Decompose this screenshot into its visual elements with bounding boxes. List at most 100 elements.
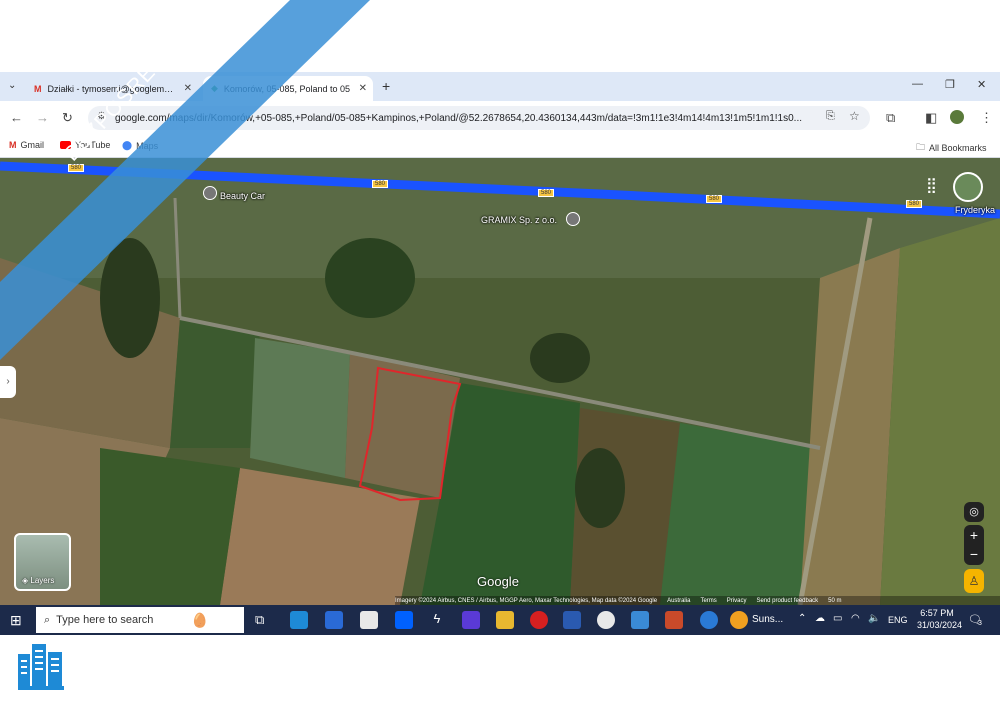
- layers-icon: ◈: [22, 576, 29, 585]
- weather-label[interactable]: Suns...: [752, 614, 783, 625]
- gmail-icon: M: [9, 140, 17, 150]
- bookmark-label: Maps: [136, 140, 159, 151]
- bookmark-youtube[interactable]: YouTube: [60, 140, 110, 150]
- side-panel-icon[interactable]: ◧: [925, 110, 937, 126]
- site-info-icon[interactable]: ⚙: [97, 111, 106, 122]
- route-shield: 580: [372, 180, 389, 188]
- tab-gmail[interactable]: M Działki - tymosemi@googlemail.com ✕: [28, 76, 198, 101]
- close-icon[interactable]: ✕: [178, 83, 198, 94]
- bookmark-star-icon[interactable]: ☆: [849, 109, 860, 123]
- easter-eggs-icon: 🥚: [191, 612, 209, 628]
- company-logo-icon: [18, 644, 64, 690]
- pegman-icon[interactable]: ♙: [964, 569, 984, 593]
- app-icon[interactable]: [530, 611, 548, 629]
- folder-icon: 🗀: [916, 142, 926, 152]
- dropbox-icon[interactable]: [395, 611, 413, 629]
- new-tab-button[interactable]: +: [382, 78, 390, 94]
- clock-date: 31/03/2024: [917, 620, 963, 630]
- notification-badge: 3: [978, 620, 982, 627]
- tab-maps-label: Komorów, 05-085, Poland to 05: [223, 83, 351, 94]
- bookmark-label: YouTube: [75, 140, 111, 150]
- map-attribution: Imagery ©2024 Airbus, CNES / Airbus, MGG…: [395, 596, 1000, 605]
- layers-text: Layers: [30, 576, 55, 585]
- windows-start-icon[interactable]: ⊞: [10, 612, 22, 629]
- place-pin-icon[interactable]: [566, 212, 580, 226]
- bookmark-maps[interactable]: ⬤ Maps: [122, 140, 158, 151]
- collapse-panel-button[interactable]: ›: [0, 366, 16, 398]
- address-bar[interactable]: ⚙ google.com/maps/dir/Komorów,+05-085,+P…: [88, 106, 870, 130]
- profile-avatar[interactable]: [953, 172, 983, 202]
- task-view-icon[interactable]: ⧉: [255, 612, 264, 628]
- browser-tab-bar: ⌄ M Działki - tymosemi@googlemail.com ✕ …: [0, 72, 1000, 101]
- file-explorer-icon[interactable]: [496, 611, 514, 629]
- store-icon[interactable]: [360, 611, 378, 629]
- restore-icon[interactable]: ❐: [945, 78, 955, 91]
- window-close-icon[interactable]: ✕: [977, 78, 986, 91]
- country-link[interactable]: Australia: [667, 598, 690, 604]
- satellite-map[interactable]: 580 580 580 580 580 Beauty Car GRAMIX Sp…: [0, 158, 1000, 605]
- feedback-link[interactable]: Send product feedback: [756, 598, 818, 604]
- scale-label[interactable]: 50 m: [828, 598, 841, 604]
- app-icon[interactable]: ϟ: [428, 611, 446, 629]
- route-shield: 580: [906, 200, 923, 208]
- search-placeholder: Type here to search: [56, 614, 154, 626]
- place-label[interactable]: GRAMIX Sp. z o.o.: [481, 215, 557, 225]
- tab-gmail-label: Działki - tymosemi@googlemail.com: [47, 83, 178, 94]
- street-label: Fryderyka: [955, 205, 996, 215]
- place-label[interactable]: Beauty Car: [220, 191, 265, 201]
- route-shield: 580: [68, 164, 85, 172]
- zoom-in-button[interactable]: +: [964, 525, 984, 545]
- place-pin-icon[interactable]: [203, 186, 217, 200]
- maps-icon: ◆: [211, 83, 218, 93]
- bookmark-label: Gmail: [20, 140, 45, 150]
- profile-avatar[interactable]: [950, 110, 964, 124]
- install-app-icon[interactable]: ⎘: [826, 110, 835, 123]
- all-bookmarks[interactable]: 🗀 All Bookmarks: [916, 140, 987, 156]
- app-icon[interactable]: [462, 611, 480, 629]
- language-indicator[interactable]: ENG: [888, 615, 908, 625]
- zoom-out-button[interactable]: −: [964, 545, 984, 565]
- taskbar-search[interactable]: ⌕ Type here to search 🥚: [36, 607, 244, 633]
- google-logo: Google: [477, 574, 519, 589]
- minimize-icon[interactable]: —: [912, 78, 923, 90]
- layers-button[interactable]: ◈ Layers: [14, 533, 71, 591]
- forward-icon[interactable]: →: [36, 110, 49, 125]
- layers-label: ◈ Layers: [22, 576, 54, 585]
- clock-time: 6:57 PM: [920, 608, 954, 618]
- my-location-icon[interactable]: ◎: [964, 502, 984, 522]
- all-bookmarks-label: All Bookmarks: [929, 143, 987, 153]
- menu-icon[interactable]: ⋮: [980, 110, 993, 126]
- app-icon[interactable]: [700, 611, 718, 629]
- browser-toolbar: ← → ↻ ⚙ google.com/maps/dir/Komorów,+05-…: [0, 101, 1000, 135]
- tab-maps[interactable]: ◆ Komorów, 05-085, Poland to 05 ✕: [203, 76, 373, 101]
- edge-icon[interactable]: [290, 611, 308, 629]
- imagery-credit: Imagery ©2024 Airbus, CNES / Airbus, MGG…: [395, 597, 658, 604]
- windows-taskbar: ⊞ ⌕ Type here to search 🥚 ⧉ ϟ Suns... ⌃ …: [0, 605, 1000, 635]
- extensions-icon[interactable]: ⧉: [886, 110, 895, 126]
- powerpoint-icon[interactable]: [665, 611, 683, 629]
- mail-icon[interactable]: [325, 611, 343, 629]
- photos-icon[interactable]: [631, 611, 649, 629]
- weather-icon[interactable]: [730, 611, 748, 629]
- close-icon[interactable]: ✕: [353, 83, 373, 94]
- reload-icon[interactable]: ↻: [62, 110, 73, 126]
- privacy-link[interactable]: Privacy: [727, 598, 747, 604]
- zoom-control: + −: [964, 525, 984, 565]
- bookmark-gmail[interactable]: M Gmail: [9, 140, 44, 150]
- back-icon[interactable]: ←: [10, 110, 23, 125]
- volume-icon[interactable]: 🔈: [868, 613, 880, 624]
- satellite-imagery: [0, 158, 1000, 605]
- wifi-icon[interactable]: ◠: [851, 613, 860, 624]
- word-icon[interactable]: [563, 611, 581, 629]
- clock[interactable]: 6:57 PM 31/03/2024: [917, 607, 963, 631]
- chrome-icon[interactable]: [597, 611, 615, 629]
- route-shield: 580: [706, 195, 723, 203]
- terms-link[interactable]: Terms: [700, 598, 716, 604]
- tray-chevron-icon[interactable]: ⌃: [798, 613, 806, 624]
- gmail-icon: M: [34, 83, 42, 94]
- tab-search-icon[interactable]: ⌄: [8, 80, 16, 91]
- bookmarks-bar: M Gmail YouTube ⬤ Maps 🗀 All Bookmarks: [0, 135, 1000, 158]
- battery-icon[interactable]: ▭: [833, 613, 842, 624]
- apps-grid-icon[interactable]: ⣿: [926, 176, 937, 194]
- onedrive-icon[interactable]: ☁: [815, 613, 825, 624]
